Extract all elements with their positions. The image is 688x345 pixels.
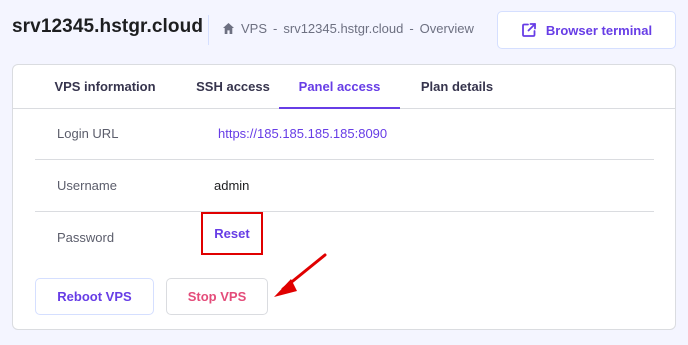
page-header: srv12345.hstgr.cloud VPS - srv12345.hstg… (0, 0, 688, 60)
username-label: Username (57, 178, 117, 193)
breadcrumb-separator: - (409, 21, 414, 36)
reboot-vps-button[interactable]: Reboot VPS (35, 278, 154, 315)
browser-terminal-label: Browser terminal (545, 22, 653, 38)
reset-password-button[interactable]: Reset (201, 212, 263, 255)
red-arrow-icon (274, 253, 327, 297)
tab-ssh-access[interactable]: SSH access (169, 65, 297, 109)
username-row: Username admin (35, 161, 654, 212)
page-title: srv12345.hstgr.cloud (12, 16, 204, 37)
breadcrumb-separator: - (273, 21, 278, 36)
password-row: Password (35, 213, 654, 264)
tab-plan-details[interactable]: Plan details (407, 65, 507, 109)
browser-terminal-button[interactable]: Browser terminal (497, 11, 676, 49)
login-url-label: Login URL (57, 126, 119, 141)
tab-vps-information[interactable]: VPS information (27, 65, 183, 109)
tab-panel-access[interactable]: Panel access (279, 65, 400, 109)
tab-bar: VPS information SSH access Panel access … (13, 65, 675, 109)
home-icon[interactable] (222, 22, 235, 35)
breadcrumb-item-server[interactable]: srv12345.hstgr.cloud (283, 21, 403, 36)
login-url-row: Login URL https://185.185.185.185:8090 (35, 109, 654, 160)
panel-access-card: VPS information SSH access Panel access … (12, 64, 676, 330)
breadcrumb: VPS - srv12345.hstgr.cloud - Overview (222, 21, 474, 36)
external-link-icon (521, 22, 537, 38)
breadcrumb-item-overview: Overview (419, 21, 474, 36)
header-divider (208, 15, 209, 45)
password-label: Password (57, 230, 115, 245)
login-url-link[interactable]: https://185.185.185.185:8090 (218, 126, 387, 141)
username-value: admin (214, 178, 250, 193)
vps-panel-access-page: srv12345.hstgr.cloud VPS - srv12345.hstg… (0, 0, 688, 345)
stop-vps-button[interactable]: Stop VPS (166, 278, 268, 315)
breadcrumb-item-vps[interactable]: VPS (241, 21, 267, 36)
